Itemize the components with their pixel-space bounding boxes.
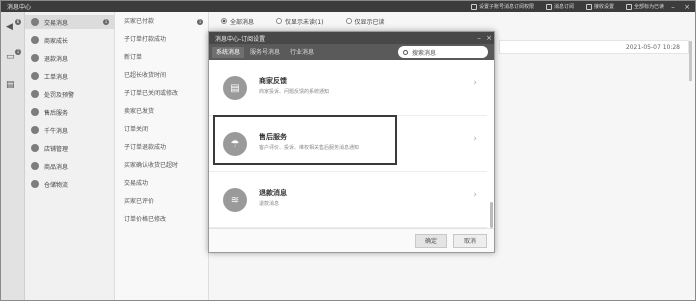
message-timestamp: 2021-05-07 10:28 <box>625 44 680 51</box>
category-item-goods[interactable]: 商品消息 <box>25 159 115 173</box>
list-item-refund[interactable]: ≋ 退款消息 退款消息 › <box>209 172 487 228</box>
tab-service[interactable]: 服务号消息 <box>246 47 284 58</box>
filter-unread[interactable]: 仅显示未读(1) <box>276 17 324 26</box>
title-bar: 消息中心 设置子账号消息订阅权限 消息订阅 接收设置 全部标为已读 – × <box>1 1 695 12</box>
dialog-footer: 确定 取消 <box>209 228 494 252</box>
category-item-growth[interactable]: 商家成长 <box>25 33 115 47</box>
category-icon <box>31 90 39 98</box>
chevron-right-icon: › <box>473 134 477 144</box>
dialog-header: 消息中心-订阅设置 – × <box>209 32 494 44</box>
category-item-shop[interactable]: 店铺管理 <box>25 141 115 155</box>
category-icon <box>31 72 39 80</box>
chevron-right-icon: › <box>473 190 477 200</box>
dialog-tabs: 系统消息 服务号消息 行业消息 搜索消息 <box>209 44 494 60</box>
close-window-button[interactable]: × <box>682 2 692 12</box>
filter-all[interactable]: 全部消息 <box>221 17 254 26</box>
document-icon: ▤ <box>223 76 247 100</box>
radio-icon <box>276 18 283 24</box>
rail-badge: 6 <box>15 19 21 25</box>
filter-bar: 全部消息 仅显示未读(1) 仅显示已读 <box>209 14 385 28</box>
minimize-icon[interactable]: – <box>474 34 484 42</box>
sub-item[interactable]: 已超长收货时间 <box>124 70 166 82</box>
mark-all-read-link[interactable]: 全部标为已读 <box>625 3 664 10</box>
category-item-penalty[interactable]: 处罚及预警 <box>25 87 115 101</box>
dialog-title: 消息中心-订阅设置 <box>215 35 266 43</box>
category-item-qianniu[interactable]: 千牛消息 <box>25 123 115 137</box>
category-item-ticket[interactable]: 工单消息 <box>25 69 115 83</box>
category-item-refund[interactable]: 退款消息 <box>25 51 115 65</box>
rail-badge: 1 <box>15 49 21 55</box>
list-item-feedback[interactable]: ▤ 商家反馈 商家投诉、问题反馈的系统通知 › <box>209 60 487 116</box>
cancel-button[interactable]: 取消 <box>453 234 487 248</box>
sub-item[interactable]: 买家已评价 <box>124 196 154 208</box>
sub-item[interactable]: 子订单打款成功 <box>124 34 166 46</box>
subaccount-settings-link[interactable]: 设置子账号消息订阅权限 <box>470 3 534 10</box>
category-item-trade[interactable]: 交易消息 1 <box>25 15 115 29</box>
category-icon <box>31 126 39 134</box>
category-icon <box>31 144 39 152</box>
sub-item[interactable]: 买家确认收货已超时 <box>124 160 178 172</box>
check-icon <box>625 3 632 10</box>
close-icon[interactable]: × <box>484 34 494 42</box>
sub-item[interactable]: 卖家已发货 <box>124 106 154 118</box>
tab-system[interactable]: 系统消息 <box>212 46 245 58</box>
scrollbar[interactable] <box>490 202 493 228</box>
category-icon <box>31 162 39 170</box>
unread-badge: 1 <box>103 19 109 25</box>
minimize-button[interactable]: – <box>668 2 678 12</box>
category-icon <box>31 54 39 62</box>
search-icon <box>403 49 408 55</box>
app-title: 消息中心 <box>7 4 32 11</box>
sub-item[interactable]: 子订单退款成功 <box>124 142 166 154</box>
sub-item[interactable]: 订单价格已修改 <box>124 214 166 226</box>
message-row[interactable]: 2021-05-07 10:28 <box>499 40 689 54</box>
category-icon <box>31 108 39 116</box>
document-icon[interactable]: ▤ <box>6 80 18 90</box>
subscribe-icon <box>545 3 552 10</box>
tab-industry[interactable]: 行业消息 <box>286 47 318 58</box>
sub-item[interactable]: 交易成功 <box>124 178 148 190</box>
category-item-aftersale[interactable]: 售后服务 <box>25 105 115 119</box>
gear-icon <box>585 3 592 10</box>
icon-rail: ◀ 6 ▭ 1 ▤ <box>1 12 25 300</box>
chevron-right-icon: › <box>473 78 477 88</box>
radio-icon <box>345 18 352 24</box>
sub-item[interactable]: 新订单 <box>124 52 142 64</box>
category-sidebar: 交易消息 1 商家成长 退款消息 工单消息 处罚及预警 售后服务 千牛消息 店铺管… <box>25 12 115 300</box>
category-item-logistics[interactable]: 仓储物流 <box>25 177 115 191</box>
category-icon <box>31 180 39 188</box>
confirm-button[interactable]: 确定 <box>415 234 447 248</box>
category-icon <box>31 18 39 26</box>
unread-badge: 1 <box>197 19 203 25</box>
subscribe-link[interactable]: 消息订阅 <box>545 3 574 10</box>
sub-item[interactable]: 订单关闭 <box>124 124 148 136</box>
sub-item[interactable]: 子订单已关闭或修改 <box>124 88 178 100</box>
scrollbar[interactable] <box>689 41 692 81</box>
filter-read[interactable]: 仅显示已读 <box>345 17 385 26</box>
app-window: 消息中心 设置子账号消息订阅权限 消息订阅 接收设置 全部标为已读 – × ◀ … <box>0 0 696 301</box>
settings-icon <box>470 3 477 10</box>
radio-icon <box>221 18 227 24</box>
category-icon <box>31 36 39 44</box>
sub-item[interactable]: 买家已付款 <box>124 16 154 28</box>
highlight-box <box>213 115 397 165</box>
subcategory-list: 买家已付款 1 子订单打款成功 新订单 已超长收货时间 子订单已关闭或修改 卖家… <box>115 12 209 300</box>
search-input[interactable]: 搜索消息 <box>398 46 488 58</box>
coins-icon: ≋ <box>223 188 247 212</box>
receive-settings-link[interactable]: 接收设置 <box>585 3 614 10</box>
